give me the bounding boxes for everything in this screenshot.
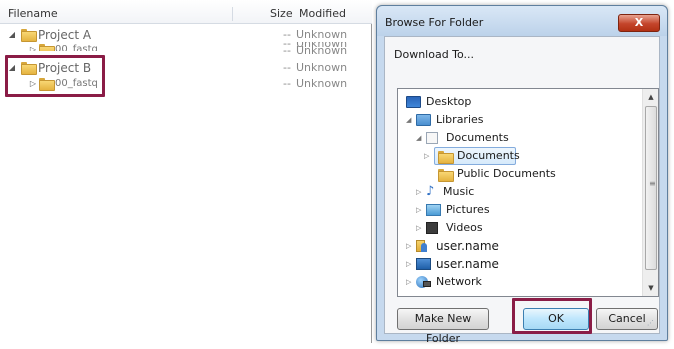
collapsed-caret-icon[interactable]: ▷ [406, 237, 411, 255]
tree-item-label: Documents [457, 149, 520, 162]
modified-value: Unknown [296, 61, 348, 74]
highlight-box-project-b [5, 55, 105, 97]
modified-value: Unknown [296, 28, 348, 41]
folder-icon [438, 151, 454, 164]
dialog-titlebar[interactable]: Browse For Folder X [377, 6, 667, 36]
column-header-modified[interactable]: Modified [299, 7, 346, 20]
collapsed-caret-icon[interactable]: ▷ [424, 147, 429, 165]
computer-icon [416, 258, 431, 270]
dialog-title: Browse For Folder [385, 16, 484, 29]
dialog-subtitle: Download To... [394, 48, 475, 61]
highlight-box-ok [512, 298, 592, 334]
resize-grip-icon[interactable]: ⋰ [647, 320, 657, 331]
make-new-folder-button[interactable]: Make New Folder [397, 308, 489, 345]
column-header-filename[interactable]: Filename [8, 7, 233, 21]
tree-item-label: Music [443, 185, 475, 198]
file-list-header: Filename Size Modified [0, 0, 372, 24]
column-header-size[interactable]: Size [270, 7, 293, 20]
scroll-up-arrow-icon[interactable]: ▲ [643, 89, 658, 105]
pictures-icon [426, 204, 441, 216]
size-value: -- [283, 28, 291, 41]
collapsed-caret-icon[interactable]: ▷ [406, 255, 411, 273]
tree-item-documents-folder[interactable]: ▷ Documents [424, 147, 520, 165]
tree-item-label: Network [436, 275, 482, 288]
modified-value: Unknown [296, 77, 348, 90]
tree-item-label: Public Documents [457, 167, 556, 180]
network-icon [416, 276, 431, 288]
expanded-caret-icon[interactable]: ◢ [406, 111, 411, 129]
desktop-icon [406, 96, 421, 108]
size-value: -- [283, 77, 291, 90]
tree-item-label: Pictures [446, 203, 490, 216]
file-list-panel: Filename Size Modified ◢ Project A -- Un… [0, 0, 372, 343]
tree-item-label: Videos [446, 221, 483, 234]
browse-for-folder-dialog: Browse For Folder X Download To... Deskt… [376, 5, 668, 345]
tree-item-label: Desktop [426, 95, 472, 108]
folder-tree[interactable]: Desktop ◢ Libraries ◢ Documents ▷ Docume… [397, 88, 659, 297]
close-icon: X [634, 16, 644, 29]
tree-item-label: user.name [436, 239, 499, 253]
size-value: -- [283, 61, 291, 74]
close-button[interactable]: X [618, 14, 660, 32]
tree-item-label: Documents [446, 131, 509, 144]
collapsed-caret-icon[interactable]: ▷ [416, 201, 421, 219]
tree-row-label: Project A [38, 28, 92, 42]
videos-icon [426, 222, 438, 234]
expanded-caret-icon[interactable]: ◢ [416, 129, 421, 147]
scroll-thumb[interactable]: ≡ [645, 106, 657, 270]
collapsed-caret-icon[interactable]: ▷ [406, 273, 411, 291]
tree-item-label: Libraries [436, 113, 484, 126]
collapsed-caret-icon[interactable]: ▷ [416, 219, 421, 237]
scroll-down-arrow-icon[interactable]: ▼ [643, 280, 658, 296]
user-folder-icon [416, 240, 431, 252]
folder-icon [438, 169, 454, 182]
tree-scrollbar[interactable]: ▲ ≡ ▼ [642, 89, 658, 296]
folder-icon [21, 29, 37, 42]
grip-icon: ≡ [649, 179, 656, 188]
libraries-icon [416, 114, 431, 126]
tree-row-project-a[interactable]: ◢ Project A -- Unknown [0, 27, 372, 43]
music-icon: ♪ [426, 184, 435, 199]
expanded-caret-icon[interactable]: ◢ [7, 27, 17, 43]
collapsed-caret-icon[interactable]: ▷ [416, 183, 421, 201]
modified-value: Unknown [296, 44, 348, 57]
tree-item-label: user.name [436, 257, 499, 271]
size-value: -- [283, 44, 291, 57]
dialog-body: Download To... Desktop ◢ Libraries ◢ Doc… [384, 36, 660, 345]
documents-library-icon [426, 132, 438, 144]
